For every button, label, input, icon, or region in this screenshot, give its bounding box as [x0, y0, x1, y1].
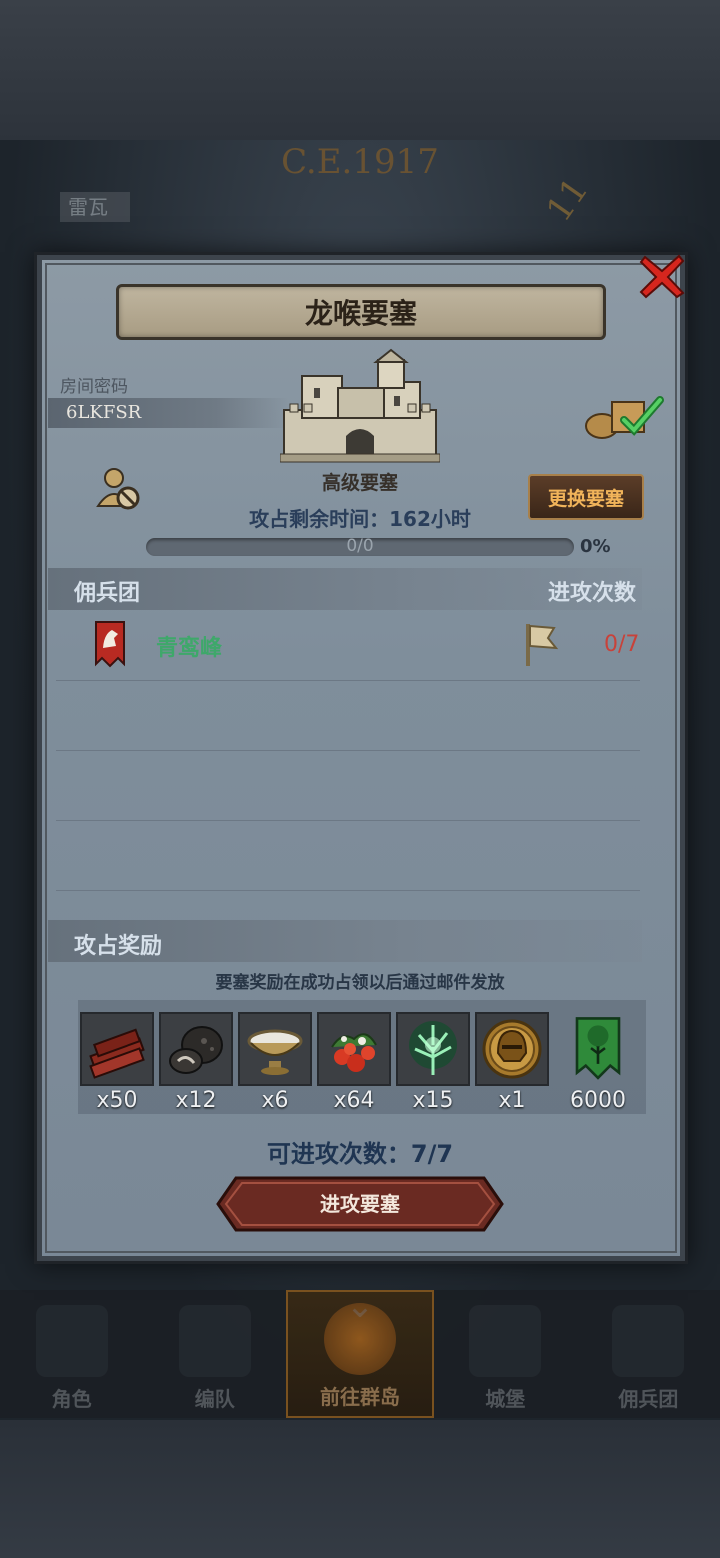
reward-tile	[238, 1012, 312, 1086]
remaining-time: 攻占剩余时间：162小时	[249, 507, 471, 531]
row-divider	[56, 750, 640, 751]
rewards-note: 要塞奖励在成功占领以后通过邮件发放	[215, 973, 505, 993]
loot-claimed-icon	[585, 396, 664, 439]
spirit-tree-icon	[409, 1021, 457, 1075]
golden-helmet-icon	[482, 1019, 542, 1079]
reward-quantity: 6000	[570, 1088, 626, 1113]
reward-quantity: x15	[412, 1088, 454, 1113]
mercenary-icon	[612, 1305, 685, 1377]
reward-item[interactable]: x15	[396, 1012, 470, 1113]
wood-planks-icon	[89, 1028, 145, 1079]
dialog-title: 龙喉要塞	[304, 297, 417, 330]
nav-label: 城堡	[485, 1387, 526, 1411]
reward-tile	[80, 1012, 154, 1086]
reward-tile	[396, 1012, 470, 1086]
room-code-label: 房间密码	[60, 377, 128, 397]
nav-item-mercenary[interactable]: 佣兵团	[577, 1290, 720, 1418]
reward-item[interactable]: x1	[475, 1012, 549, 1113]
reward-item[interactable]: x64	[317, 1012, 391, 1113]
capture-progress-text: 0/0	[346, 536, 374, 556]
nav-label: 角色	[51, 1387, 92, 1411]
top-backdrop	[0, 0, 720, 140]
formation-icon	[178, 1305, 251, 1377]
guild-section-title: 佣兵团	[74, 581, 141, 606]
rewards-section-title: 攻占奖励	[74, 934, 163, 959]
guild-attack-count: 0/7	[604, 632, 640, 657]
close-button[interactable]	[636, 250, 688, 302]
reward-quantity: x6	[261, 1088, 289, 1113]
nav-item-character[interactable]: 角色	[0, 1290, 143, 1418]
reward-item[interactable]: x12	[159, 1012, 233, 1113]
room-code[interactable]: 6LKFSR	[66, 402, 141, 423]
castle-icon	[469, 1305, 542, 1377]
bottom-nav: 角色 编队 ⌄ 前往群岛 城堡 佣兵团	[0, 1286, 720, 1418]
bottom-backdrop	[0, 1420, 720, 1558]
row-divider	[56, 680, 640, 681]
reward-tile	[317, 1012, 391, 1086]
fortress-castle-icon	[280, 348, 440, 463]
islands-icon	[324, 1303, 396, 1375]
reward-quantity: x50	[96, 1088, 138, 1113]
capture-progress-percent: 0%	[580, 536, 611, 557]
truffle-icon	[169, 1026, 223, 1074]
nav-item-castle[interactable]: 城堡	[434, 1290, 577, 1418]
reward-item[interactable]: x6	[238, 1012, 312, 1113]
close-icon	[639, 254, 685, 299]
reward-tile	[159, 1012, 233, 1086]
attack-count-header: 进攻次数	[548, 581, 637, 606]
flag-icon	[526, 624, 558, 666]
reward-tile	[475, 1012, 549, 1086]
reward-quantity: x12	[175, 1088, 217, 1113]
reward-item[interactable]: x50	[80, 1012, 154, 1113]
guild-name[interactable]: 青鸾峰	[156, 630, 222, 662]
attack-fortress-label: 进攻要塞	[320, 1192, 400, 1216]
nav-item-islands[interactable]: ⌄ 前往群岛	[286, 1286, 434, 1418]
attacks-available: 可进攻次数：7/7	[266, 1140, 454, 1168]
nav-label: 佣兵团	[618, 1387, 679, 1411]
reward-item[interactable]: 6000	[561, 1012, 635, 1113]
row-divider	[56, 820, 640, 821]
nav-item-formation[interactable]: 编队	[143, 1290, 286, 1418]
attack-fortress-button[interactable]: 进攻要塞	[216, 1176, 504, 1232]
era-title: C.E.1917	[281, 142, 439, 182]
nav-label: 前往群岛	[320, 1385, 400, 1409]
background-tag: 雷瓦	[60, 192, 130, 222]
reward-tile	[561, 1012, 635, 1086]
knight-icon	[35, 1305, 108, 1377]
row-divider	[56, 890, 640, 891]
berries-icon	[331, 1033, 377, 1072]
reward-quantity: x64	[333, 1088, 375, 1113]
tree-banner-icon	[575, 1017, 621, 1080]
milk-bowl-icon	[247, 1029, 303, 1075]
nav-label: 编队	[194, 1387, 235, 1411]
reward-quantity: x1	[498, 1088, 526, 1113]
wolf-banner-icon	[95, 621, 125, 668]
title-banner: 龙喉要塞	[116, 284, 606, 340]
